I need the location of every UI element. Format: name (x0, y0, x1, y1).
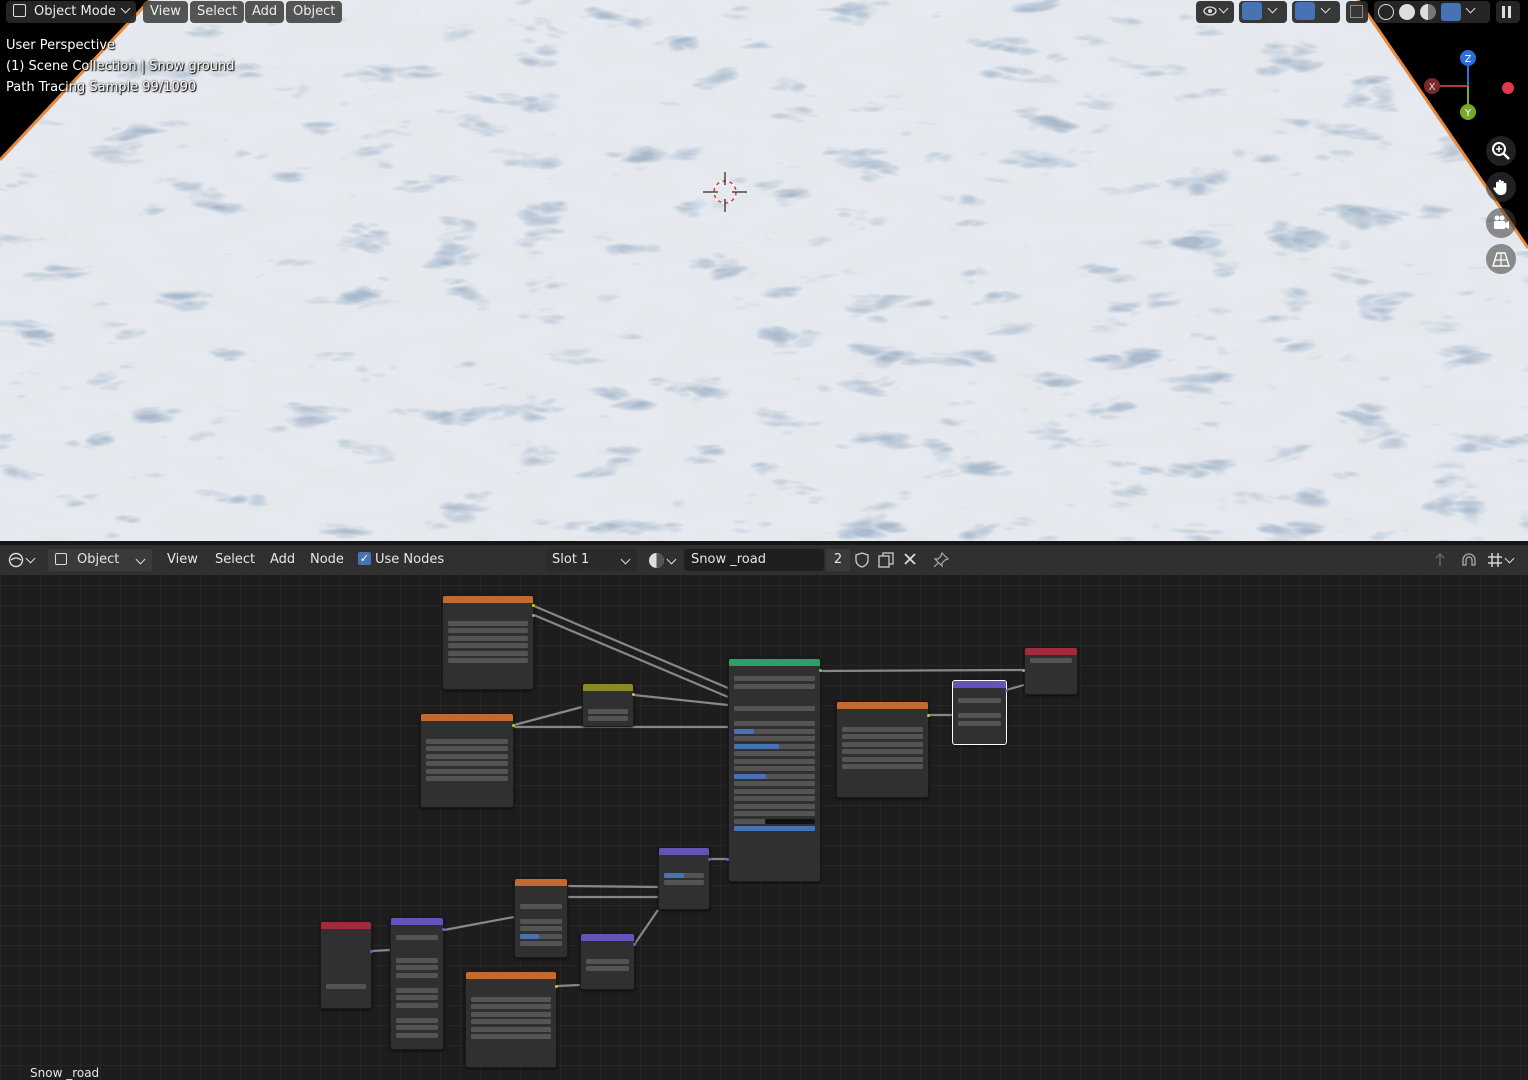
menu-select[interactable]: Select (190, 1, 245, 23)
3d-viewport[interactable]: Object Mode View Select Add Object User … (0, 0, 1528, 541)
shading-mode-buttons (1374, 1, 1490, 23)
socket[interactable] (512, 724, 515, 727)
object-mode-dropdown[interactable]: Object Mode (6, 1, 136, 23)
node-noise-texture[interactable] (514, 878, 568, 958)
navigation-gizmo[interactable]: Z X Y (1410, 44, 1520, 124)
menu-add[interactable]: Add (245, 1, 285, 23)
node-mapping[interactable] (390, 917, 444, 1050)
visibility-dropdown[interactable] (1196, 1, 1234, 23)
pause-render-button[interactable] (1496, 1, 1520, 23)
socket[interactable] (532, 604, 535, 607)
pan-hand-icon[interactable] (1486, 172, 1516, 202)
socket[interactable] (370, 950, 373, 953)
xray-icon (1350, 5, 1363, 18)
svg-text:Z: Z (1465, 54, 1472, 65)
node-normal-map[interactable] (580, 933, 635, 990)
xray-toggle[interactable] (1346, 1, 1368, 23)
object-mode-icon (13, 4, 26, 17)
node-image-texture-4[interactable] (465, 971, 557, 1068)
svg-text:Y: Y (1464, 108, 1472, 119)
node-material-output[interactable] (1024, 647, 1078, 695)
node-displacement[interactable] (952, 680, 1007, 745)
gizmo-icon (1242, 1, 1262, 20)
shader-node-editor[interactable]: Object View Select Add Node ✓ Use Nodes S… (0, 545, 1528, 1080)
node-texture-coordinate[interactable] (320, 921, 372, 1009)
node-image-texture-3[interactable] (836, 701, 929, 798)
socket[interactable] (532, 614, 535, 617)
menu-object[interactable]: Object (286, 1, 343, 23)
socket[interactable] (708, 858, 711, 861)
overlay-toggle[interactable] (1292, 1, 1340, 23)
solid-shading-icon[interactable] (1399, 3, 1415, 20)
node-image-texture-1[interactable] (442, 595, 534, 690)
wireframe-shading-icon[interactable] (1378, 3, 1394, 20)
socket[interactable] (632, 693, 635, 696)
perspective-label: User Perspective (6, 38, 116, 53)
chevron-down-icon (1267, 3, 1278, 14)
grid-icon[interactable] (1486, 244, 1516, 274)
chevron-down-icon (1320, 3, 1331, 14)
snow-ground-render (0, 0, 1528, 541)
socket[interactable] (927, 714, 930, 717)
chevron-down-icon (1218, 3, 1229, 14)
rendered-shading-icon[interactable] (1441, 2, 1461, 21)
socket[interactable] (819, 669, 822, 672)
socket[interactable] (1022, 669, 1025, 672)
render-status-label: Path Tracing Sample 99/1090 (6, 80, 197, 95)
chevron-down-icon (1465, 3, 1476, 14)
socket[interactable] (555, 985, 558, 988)
node-bright-contrast[interactable] (582, 683, 634, 727)
gizmo-toggle[interactable] (1239, 1, 1287, 23)
active-material-label: Snow _road (30, 1066, 100, 1080)
socket[interactable] (442, 928, 445, 931)
svg-text:X: X (1429, 82, 1436, 93)
overlay-icon (1295, 1, 1315, 20)
node-bump[interactable] (658, 847, 710, 910)
node-principled-bsdf[interactable] (728, 658, 821, 882)
gizmo-neg-x-axis[interactable] (1502, 82, 1514, 94)
socket[interactable] (1005, 689, 1008, 692)
menu-view[interactable]: View (143, 1, 188, 23)
socket[interactable] (633, 943, 636, 946)
pause-icon (1502, 5, 1505, 18)
chevron-down-icon (120, 3, 131, 14)
eye-icon (1203, 6, 1217, 16)
camera-icon[interactable] (1486, 208, 1516, 238)
socket[interactable] (726, 858, 729, 861)
collection-label: (1) Scene Collection | Snow ground (6, 59, 235, 74)
material-shading-icon[interactable] (1420, 3, 1436, 20)
zoom-icon[interactable] (1486, 136, 1516, 166)
viewport-header: Object Mode View Select Add Object (0, 0, 1528, 26)
node-image-texture-2[interactable] (420, 713, 514, 808)
